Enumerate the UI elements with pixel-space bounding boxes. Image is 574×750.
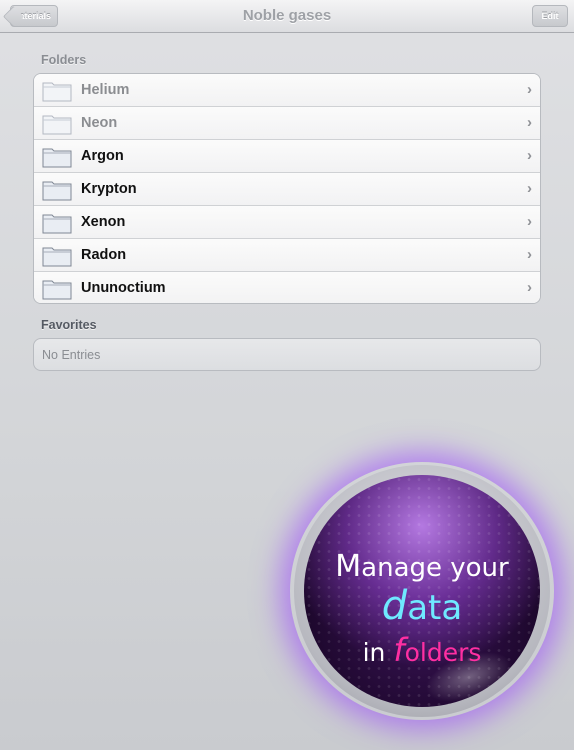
folder-row-krypton[interactable]: Krypton › [34,173,540,206]
folder-label: Argon [81,148,124,164]
chevron-right-icon: › [527,213,532,230]
page-title: Noble gases [242,7,332,24]
chevron-right-icon: › [527,147,532,164]
badge-line-1: Manage your [304,549,540,584]
folder-row-radon[interactable]: Radon › [34,239,540,272]
folder-icon [42,115,72,135]
folder-label: Helium [81,82,130,98]
favorites-section-header: Favorites [41,318,97,332]
folders-list: Helium › Neon › Argon › Krypton › Xenon … [33,73,541,304]
folder-icon [42,214,72,234]
badge-face: Manage your data in folders [304,475,540,707]
folder-label: Neon [81,115,118,131]
badge-line-1-initial: M [335,549,362,584]
chevron-right-icon: › [527,279,532,296]
badge-line-2-rest: ata [407,588,463,628]
folder-row-argon[interactable]: Argon › [34,140,540,173]
folder-label: Radon [81,247,127,263]
folders-section-header: Folders [41,53,87,67]
chevron-right-icon: › [527,114,532,131]
favorites-list: No Entries [33,338,541,371]
folder-row-ununoctium[interactable]: Ununoctium › [34,272,540,303]
folder-icon [42,148,72,168]
folder-row-xenon[interactable]: Xenon › [34,206,540,239]
folder-icon [42,247,72,267]
folder-label: Krypton [81,181,137,197]
badge-line-2-initial: d [381,583,408,629]
chevron-right-icon: › [527,246,532,263]
badge-line-3-prefix: in [362,638,394,667]
edit-button[interactable]: Edit [532,5,568,27]
chevron-right-icon: › [527,81,532,98]
folder-icon [42,181,72,201]
promo-badge: Manage your data in folders [290,462,554,720]
badge-line-3: in folders [304,631,540,669]
chevron-right-icon: › [527,180,532,197]
badge-line-1-rest: anage your [361,553,509,583]
folder-row-helium[interactable]: Helium › [34,74,540,107]
badge-line-2: data [304,583,540,629]
folder-label: Ununoctium [81,280,166,296]
badge-line-3-initial: f [393,631,405,669]
folder-row-neon[interactable]: Neon › [34,107,540,140]
navigation-bar: Materials Noble gases Edit [0,0,574,33]
folder-icon [42,82,72,102]
favorites-empty-text: No Entries [42,348,101,362]
folder-label: Xenon [81,214,126,230]
folder-icon [42,280,72,300]
badge-line-3-rest: olders [404,638,482,667]
